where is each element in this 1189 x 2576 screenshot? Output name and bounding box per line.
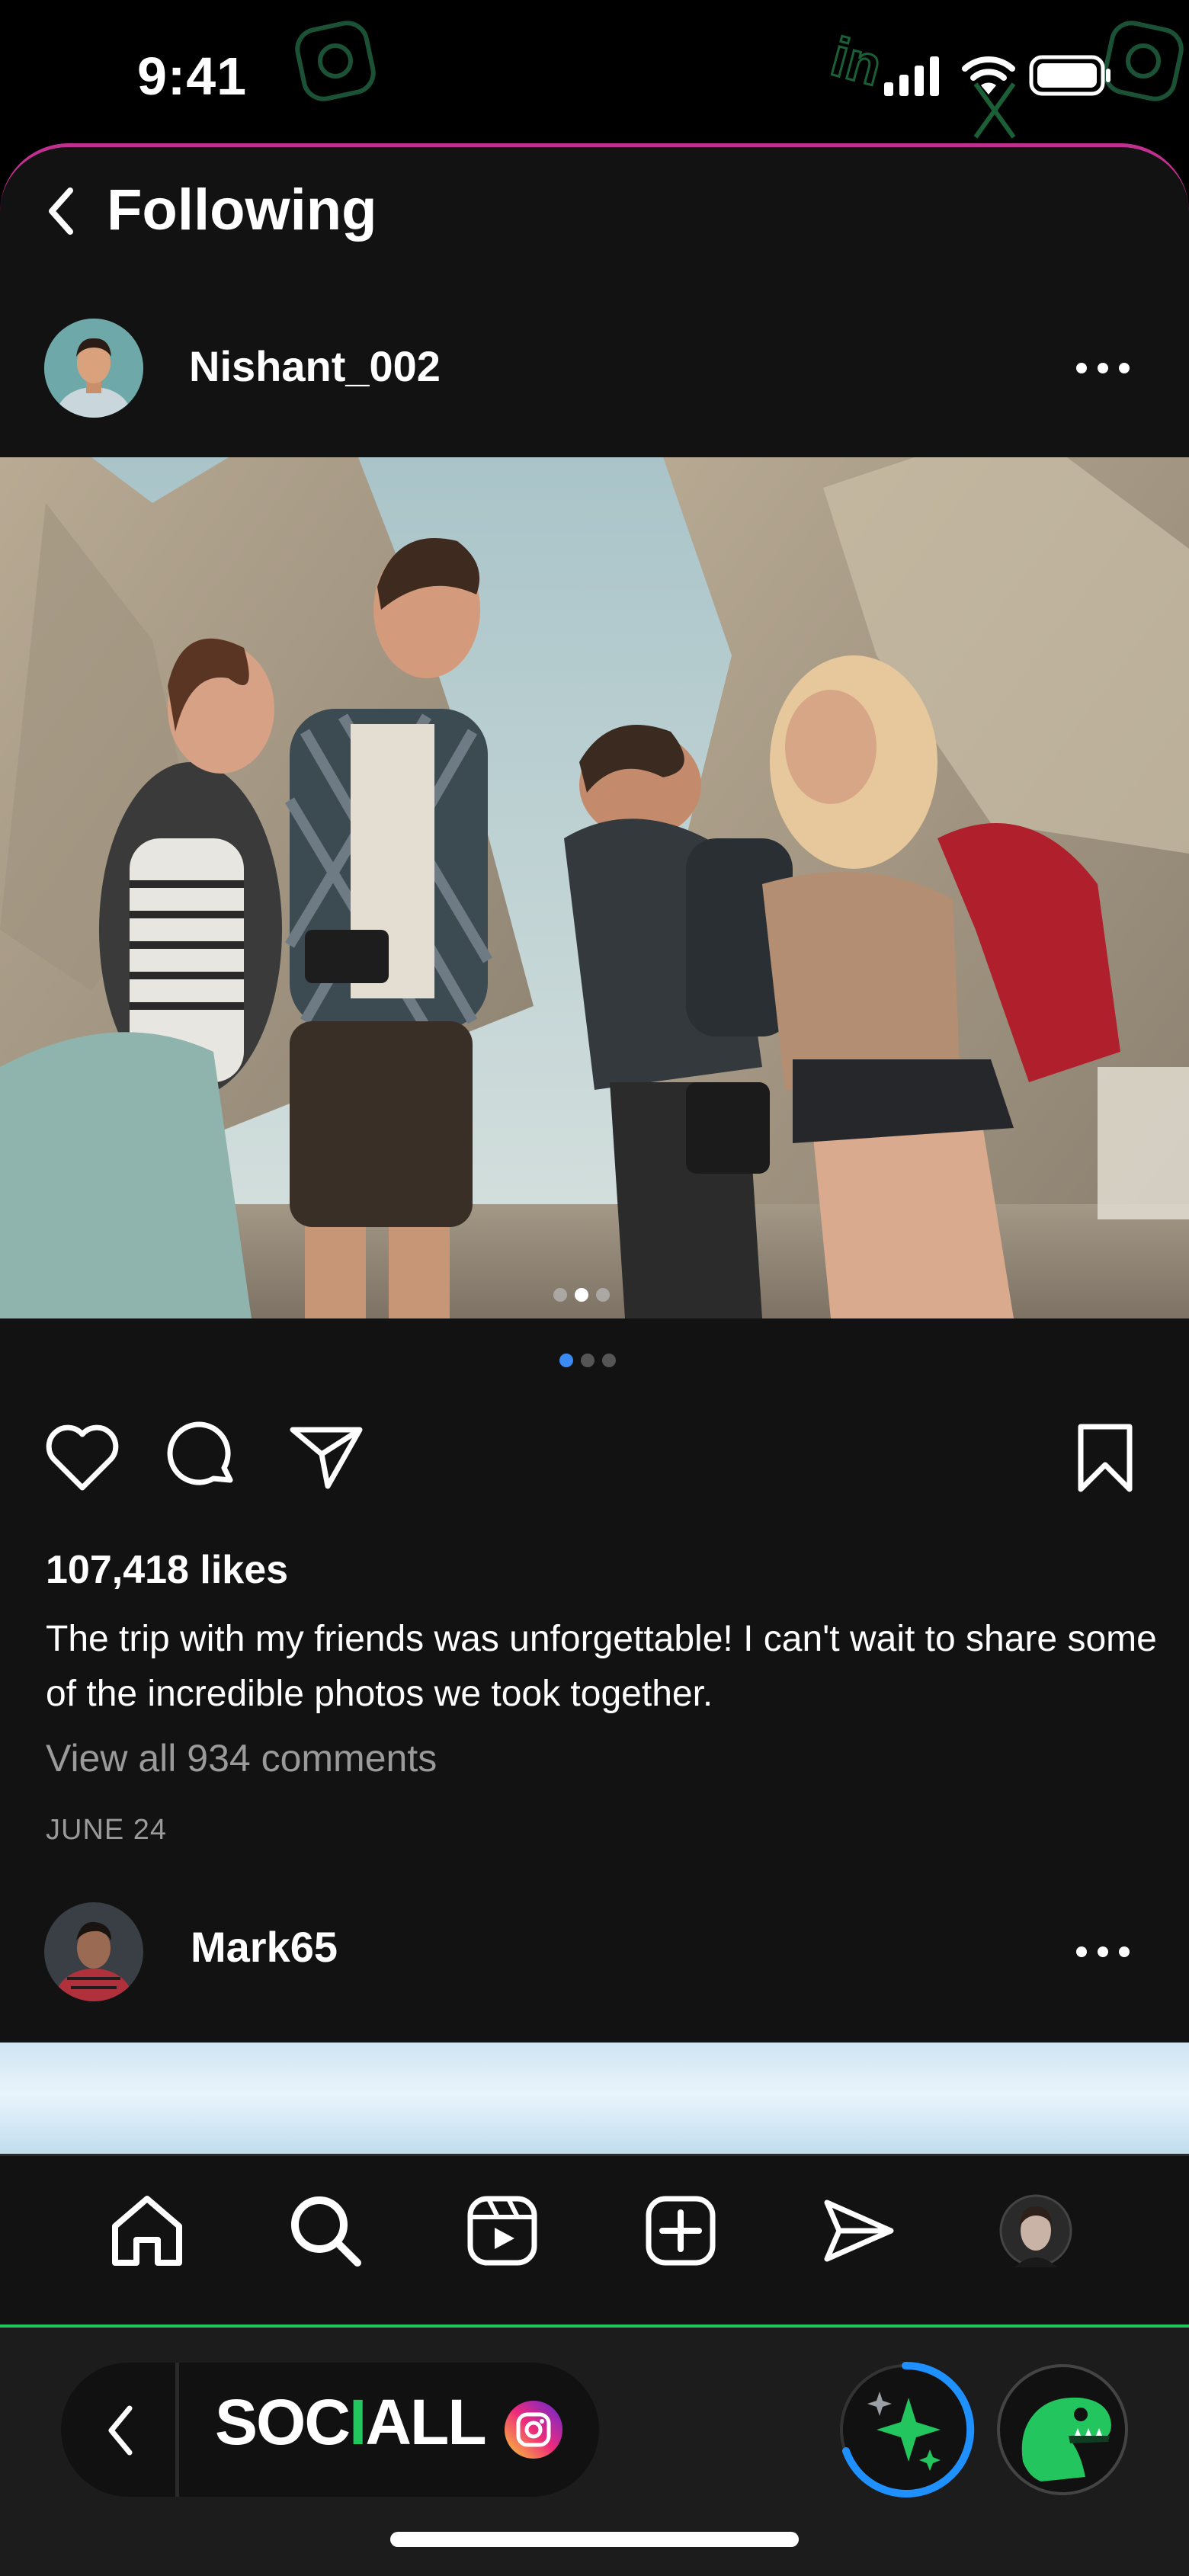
create-icon bbox=[646, 2196, 716, 2266]
brand-logo: SOCIALL bbox=[215, 2386, 487, 2458]
back-icon[interactable] bbox=[46, 184, 76, 238]
more-options-icon[interactable] bbox=[1076, 363, 1130, 373]
tab-direct[interactable] bbox=[817, 2189, 901, 2273]
battery-icon bbox=[1029, 55, 1110, 96]
divider bbox=[175, 2363, 179, 2497]
instagram-icon[interactable] bbox=[503, 2399, 564, 2460]
more-options-icon[interactable] bbox=[1076, 1946, 1130, 1957]
home-indicator bbox=[390, 2532, 799, 2547]
post-date: JUNE 24 bbox=[46, 1814, 168, 1846]
reels-icon bbox=[467, 2196, 537, 2266]
post-username[interactable]: Nishant_002 bbox=[189, 341, 441, 391]
ai-sparkle-button[interactable] bbox=[835, 2360, 976, 2500]
post-image[interactable] bbox=[0, 2043, 1189, 2157]
avatar[interactable] bbox=[44, 319, 143, 418]
view-comments-link[interactable]: View all 934 comments bbox=[46, 1736, 437, 1780]
tab-reels[interactable] bbox=[460, 2189, 544, 2273]
like-heart-icon[interactable] bbox=[44, 1424, 120, 1492]
comment-icon[interactable] bbox=[166, 1419, 242, 1495]
profile-avatar bbox=[999, 2194, 1072, 2267]
tab-create[interactable] bbox=[639, 2189, 723, 2273]
post-caption: The trip with my friends was unforgettab… bbox=[46, 1619, 1157, 1714]
dino-assistant-button[interactable] bbox=[995, 2363, 1130, 2497]
image-page-dots bbox=[553, 1288, 610, 1302]
carousel-indicator bbox=[559, 1354, 616, 1367]
avatar[interactable] bbox=[44, 1902, 143, 2001]
search-icon bbox=[291, 2196, 361, 2267]
signal-icon bbox=[884, 56, 939, 96]
tab-profile[interactable] bbox=[994, 2189, 1078, 2273]
page-title: Following bbox=[107, 178, 377, 242]
status-time: 9:41 bbox=[137, 46, 248, 106]
post-image[interactable] bbox=[0, 457, 1189, 1318]
home-icon bbox=[112, 2196, 182, 2266]
wifi-icon bbox=[962, 56, 1015, 95]
post-username[interactable]: Mark65 bbox=[191, 1922, 338, 1972]
share-icon[interactable] bbox=[288, 1422, 364, 1491]
direct-icon bbox=[824, 2200, 894, 2262]
svg-text:in: in bbox=[831, 30, 888, 98]
camera-decoration-icon bbox=[295, 21, 376, 101]
bookmark-icon[interactable] bbox=[1075, 1422, 1136, 1495]
likes-count[interactable]: 107,418 likes bbox=[46, 1547, 288, 1593]
tab-search[interactable] bbox=[284, 2189, 367, 2273]
back-icon[interactable] bbox=[105, 2404, 136, 2457]
tab-home[interactable] bbox=[105, 2189, 189, 2273]
